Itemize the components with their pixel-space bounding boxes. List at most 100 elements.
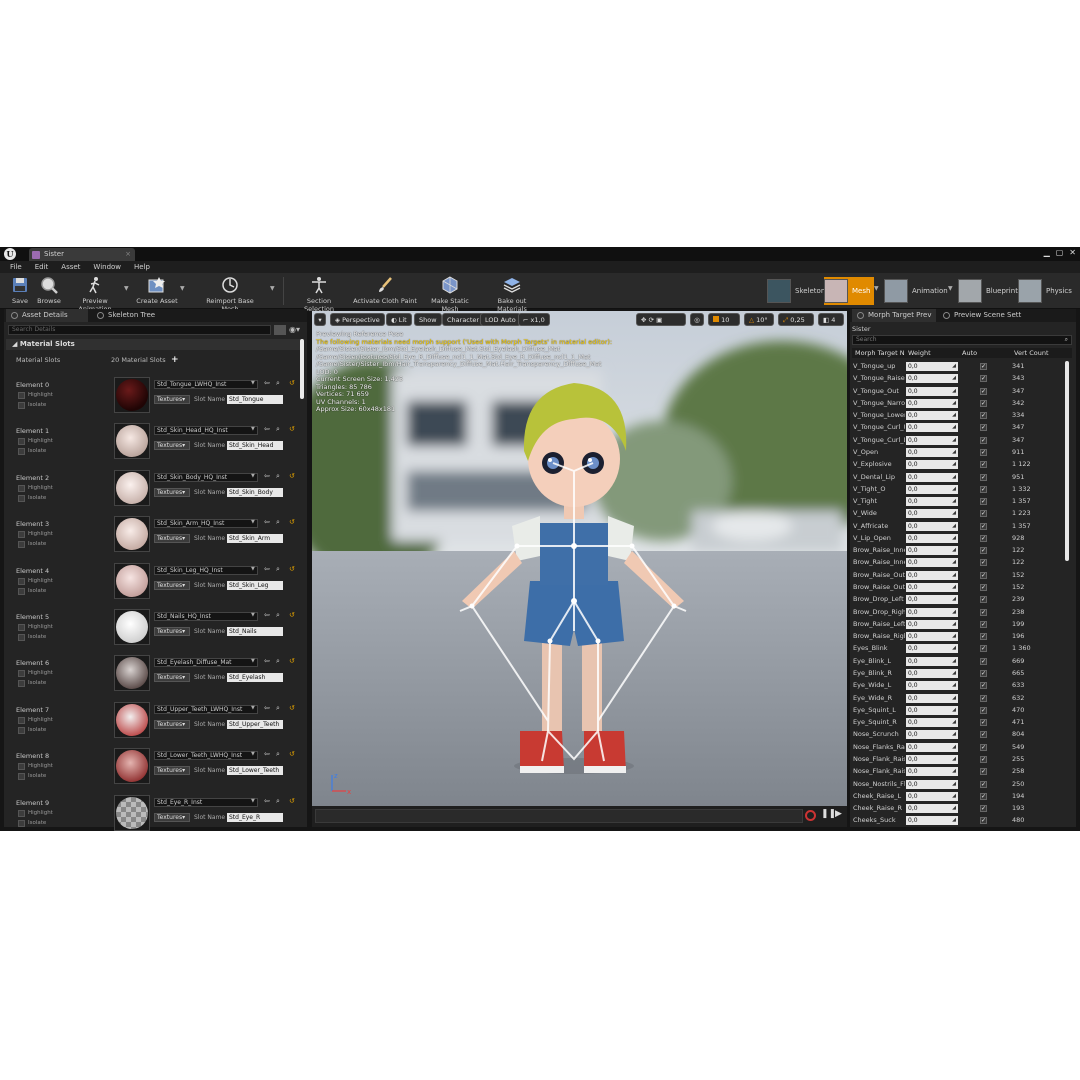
auto-checkbox[interactable]: ✓ bbox=[980, 547, 987, 555]
isolate-checkbox[interactable] bbox=[18, 541, 25, 549]
mode-animation-button[interactable]: Animation bbox=[884, 277, 948, 305]
weight-input[interactable]: 0,0 ◢ bbox=[906, 472, 958, 482]
material-picker[interactable]: Std_Upper_Teeth_LWHQ_Inst bbox=[154, 704, 258, 714]
weight-input[interactable]: 0,0 ◢ bbox=[906, 460, 958, 470]
create-asset-dropdown-icon[interactable]: ▼ bbox=[180, 285, 185, 292]
menu-file[interactable]: File bbox=[10, 261, 22, 273]
weight-input[interactable]: 0,0 ◢ bbox=[906, 619, 958, 629]
weight-input[interactable]: 0,0 ◢ bbox=[906, 484, 958, 494]
record-icon[interactable] bbox=[805, 810, 816, 821]
highlight-checkbox[interactable] bbox=[18, 438, 25, 446]
material-thumbnail[interactable] bbox=[114, 748, 150, 785]
use-selected-arrow-icon[interactable]: ⇦ bbox=[264, 657, 270, 665]
weight-input[interactable]: 0,0 ◢ bbox=[906, 570, 958, 580]
transform-tools[interactable]: ✥ ⟳ ▣ bbox=[636, 313, 686, 326]
use-selected-arrow-icon[interactable]: ⇦ bbox=[264, 797, 270, 805]
make-static-mesh-button[interactable]: Make Static Mesh bbox=[422, 275, 478, 313]
lod-button[interactable]: LOD Auto bbox=[480, 313, 521, 326]
auto-checkbox[interactable]: ✓ bbox=[980, 805, 987, 813]
auto-checkbox[interactable]: ✓ bbox=[980, 682, 987, 690]
weight-input[interactable]: 0,0 ◢ bbox=[906, 595, 958, 605]
left-panel-scrollbar[interactable] bbox=[300, 339, 304, 399]
highlight-checkbox[interactable] bbox=[18, 763, 25, 771]
play-icon[interactable]: ▶ bbox=[835, 809, 842, 819]
weight-input[interactable]: 0,0 ◢ bbox=[906, 607, 958, 617]
material-thumbnail[interactable] bbox=[114, 655, 150, 692]
browse-asset-icon[interactable]: ⌕ bbox=[276, 518, 280, 527]
auto-checkbox[interactable]: ✓ bbox=[980, 498, 987, 506]
textures-dropdown[interactable]: Textures▾ bbox=[154, 627, 190, 636]
weight-input[interactable]: 0,0 ◢ bbox=[906, 754, 958, 764]
auto-checkbox[interactable]: ✓ bbox=[980, 436, 987, 444]
create-asset-button[interactable]: Create Asset bbox=[136, 275, 178, 308]
browse-asset-icon[interactable]: ⌕ bbox=[276, 611, 280, 620]
weight-input[interactable]: 0,0 ◢ bbox=[906, 546, 958, 556]
textures-dropdown[interactable]: Textures▾ bbox=[154, 441, 190, 451]
auto-checkbox[interactable]: ✓ bbox=[980, 645, 987, 653]
auto-checkbox[interactable]: ✓ bbox=[980, 743, 987, 751]
chevron-down-icon[interactable]: ▼ bbox=[251, 566, 255, 572]
slot-name-input[interactable]: Std_Skin_Body bbox=[227, 487, 283, 497]
chevron-down-icon[interactable]: ▼ bbox=[251, 612, 255, 618]
camera-speed-button[interactable]: ◧ 4 bbox=[818, 313, 844, 326]
menu-window[interactable]: Window bbox=[93, 261, 121, 273]
chevron-down-icon[interactable]: ▼ bbox=[251, 519, 255, 525]
auto-checkbox[interactable]: ✓ bbox=[980, 510, 987, 518]
weight-input[interactable]: 0,0 ◢ bbox=[906, 632, 958, 642]
weight-input[interactable]: 0,0 ◢ bbox=[906, 435, 958, 445]
isolate-checkbox[interactable] bbox=[18, 494, 25, 502]
use-selected-arrow-icon[interactable]: ⇦ bbox=[264, 472, 270, 480]
menu-help[interactable]: Help bbox=[134, 261, 150, 273]
activate-cloth-paint-button[interactable]: Activate Cloth Paint bbox=[352, 275, 418, 308]
reset-icon[interactable]: ↺ bbox=[289, 425, 295, 433]
weight-input[interactable]: 0,0 ◢ bbox=[906, 411, 958, 421]
slot-name-input[interactable]: Std_Upper_Teeth bbox=[227, 719, 283, 729]
material-thumbnail[interactable] bbox=[114, 423, 150, 460]
show-button[interactable]: Show bbox=[414, 313, 442, 326]
use-selected-arrow-icon[interactable]: ⇦ bbox=[264, 704, 270, 712]
weight-input[interactable]: 0,0 ◢ bbox=[906, 374, 958, 384]
slot-name-input[interactable]: Std_Lower_Teeth bbox=[227, 766, 283, 776]
chevron-down-icon[interactable]: ▼ bbox=[251, 473, 255, 479]
textures-dropdown[interactable]: Textures▾ bbox=[154, 673, 190, 683]
weight-input[interactable]: 0,0 ◢ bbox=[906, 447, 958, 457]
textures-dropdown[interactable]: Textures▾ bbox=[154, 487, 190, 497]
material-thumbnail[interactable] bbox=[114, 562, 150, 599]
tab-skeleton-tree[interactable]: Skeleton Tree bbox=[92, 309, 182, 322]
material-slots-category[interactable]: ◢ Material Slots bbox=[6, 339, 300, 350]
auto-checkbox[interactable]: ✓ bbox=[980, 755, 987, 763]
auto-checkbox[interactable]: ✓ bbox=[980, 731, 987, 739]
isolate-checkbox[interactable] bbox=[18, 680, 25, 688]
isolate-checkbox[interactable] bbox=[18, 402, 25, 409]
use-selected-arrow-icon[interactable]: ⇦ bbox=[264, 565, 270, 573]
tab-asset-details[interactable]: Asset Details bbox=[6, 309, 88, 322]
material-thumbnail[interactable] bbox=[114, 377, 150, 413]
menu-asset[interactable]: Asset bbox=[61, 261, 80, 273]
view-options-grid-icon[interactable] bbox=[274, 325, 286, 335]
maximize-icon[interactable]: ▢ bbox=[1056, 248, 1064, 257]
material-thumbnail[interactable] bbox=[114, 701, 150, 738]
use-selected-arrow-icon[interactable]: ⇦ bbox=[264, 379, 270, 387]
reset-icon[interactable]: ↺ bbox=[289, 472, 295, 480]
auto-checkbox[interactable]: ✓ bbox=[980, 473, 987, 481]
bake-out-materials-button[interactable]: Bake out Materials bbox=[482, 275, 542, 313]
material-picker[interactable]: Std_Skin_Body_HQ_Inst bbox=[154, 472, 258, 482]
weight-input[interactable]: 0,0 ◢ bbox=[906, 386, 958, 396]
weight-input[interactable]: 0,0 ◢ bbox=[906, 669, 958, 678]
mode-physics-button[interactable]: Physics bbox=[1018, 277, 1072, 305]
pause-icon[interactable]: ❚❚ bbox=[821, 809, 836, 819]
material-picker[interactable]: Std_Eyelash_Diffuse_Mat bbox=[154, 658, 258, 668]
material-thumbnail[interactable] bbox=[114, 609, 150, 645]
chevron-down-icon[interactable]: ▼ bbox=[251, 798, 255, 804]
browse-asset-icon[interactable]: ⌕ bbox=[276, 704, 280, 713]
weight-input[interactable]: 0,0 ◢ bbox=[906, 816, 958, 826]
material-thumbnail[interactable] bbox=[114, 794, 150, 831]
material-picker[interactable]: Std_Eye_R_Inst bbox=[154, 797, 258, 807]
material-picker[interactable]: Std_Tongue_LWHQ_Inst bbox=[154, 380, 258, 389]
auto-checkbox[interactable]: ✓ bbox=[980, 657, 987, 665]
reset-icon[interactable]: ↺ bbox=[289, 379, 295, 387]
details-search-input[interactable]: Search Details bbox=[8, 325, 271, 335]
weight-input[interactable]: 0,0 ◢ bbox=[906, 521, 958, 531]
eye-visibility-icon[interactable]: ◉▾ bbox=[289, 325, 303, 335]
weight-input[interactable]: 0,0 ◢ bbox=[906, 730, 958, 740]
